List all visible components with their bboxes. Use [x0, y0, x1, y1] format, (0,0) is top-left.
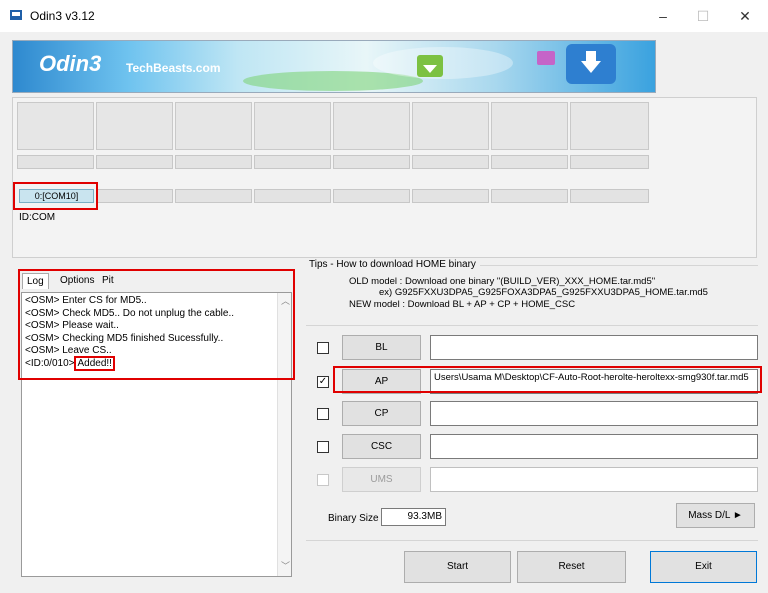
ums-button: UMS	[342, 467, 421, 492]
tips-example: ex) G925FXXU3DPA5_G925FOXA3DPA5_G925FXXU…	[379, 287, 708, 298]
port-progress	[96, 155, 173, 169]
port-cell	[175, 102, 252, 150]
port-slot	[412, 189, 489, 203]
csc-checkbox[interactable]	[317, 441, 329, 453]
bl-checkbox[interactable]	[317, 342, 329, 354]
port-cell	[17, 102, 94, 150]
csc-path-field[interactable]	[430, 434, 758, 459]
highlight-box	[333, 366, 762, 393]
cp-checkbox[interactable]	[317, 408, 329, 420]
port-cell	[570, 102, 649, 150]
tips-old-model: OLD model : Download one binary "(BUILD_…	[349, 276, 656, 287]
cp-path-field[interactable]	[430, 401, 758, 426]
banner: Odin3 TechBeasts.com	[12, 40, 656, 93]
scroll-down-icon[interactable]: ﹀	[281, 560, 290, 573]
mass-dl-button[interactable]: Mass D/L ►	[676, 503, 755, 528]
reset-button[interactable]: Reset	[517, 551, 626, 583]
close-icon[interactable]: ✕	[722, 0, 768, 32]
port-progress	[175, 155, 252, 169]
window-title: Odin3 v3.12	[30, 9, 95, 23]
maximize-icon: ☐	[696, 8, 710, 24]
port-slot	[254, 189, 331, 203]
port-progress	[254, 155, 331, 169]
ums-checkbox	[317, 474, 329, 486]
cp-button[interactable]: CP	[342, 401, 421, 426]
banner-site: TechBeasts.com	[126, 61, 221, 75]
highlight-box	[18, 269, 295, 380]
port-slot	[570, 189, 649, 203]
port-cell	[491, 102, 568, 150]
title-bar: Odin3 v3.12 – ☐ ✕	[0, 0, 768, 32]
banner-graphic	[243, 44, 616, 91]
port-progress	[570, 155, 649, 169]
port-slot	[175, 189, 252, 203]
exit-button[interactable]: Exit	[650, 551, 757, 583]
bl-path-field[interactable]	[430, 335, 758, 360]
banner-logo: Odin3	[39, 51, 102, 76]
port-progress	[17, 155, 94, 169]
tips-title: Tips - How to download HOME binary	[309, 259, 480, 270]
id-com-label: ID:COM	[19, 212, 56, 223]
port-cell	[254, 102, 331, 150]
start-button[interactable]: Start	[404, 551, 511, 583]
divider	[306, 540, 758, 541]
port-progress	[333, 155, 410, 169]
tips-new-model: NEW model : Download BL + AP + CP + HOME…	[349, 299, 576, 310]
port-progress	[412, 155, 489, 169]
bl-button[interactable]: BL	[342, 335, 421, 360]
highlight-box	[13, 182, 98, 210]
ums-path-field	[430, 467, 758, 492]
binary-size-value: 93.3MB	[381, 508, 446, 526]
binary-size-label: Binary Size	[328, 513, 379, 524]
ap-checkbox[interactable]: ✓	[317, 376, 329, 388]
port-cell	[96, 102, 173, 150]
port-progress	[491, 155, 568, 169]
port-slot	[96, 189, 173, 203]
port-cell	[412, 102, 489, 150]
port-slot	[491, 189, 568, 203]
port-slot	[333, 189, 410, 203]
csc-button[interactable]: CSC	[342, 434, 421, 459]
app-icon	[10, 10, 22, 20]
port-cell	[333, 102, 410, 150]
